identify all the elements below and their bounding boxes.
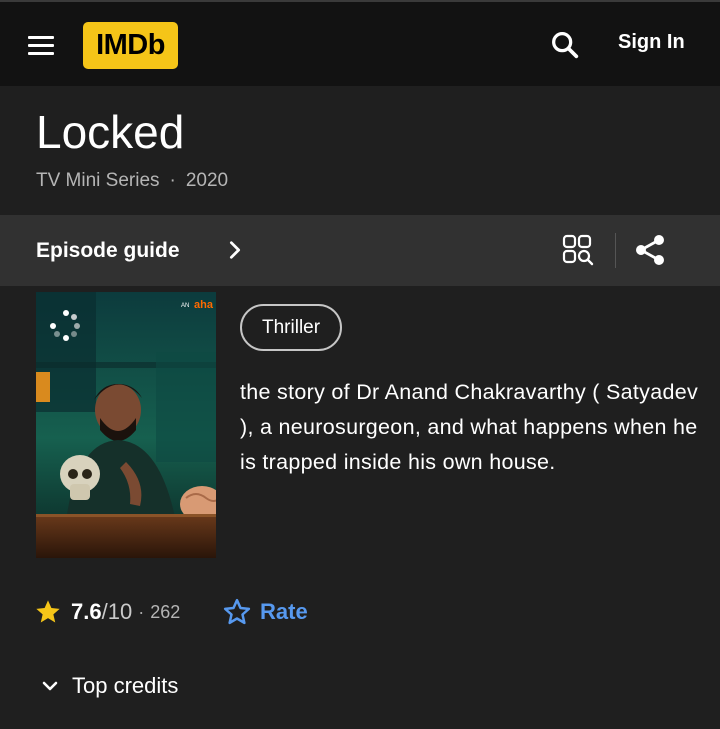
share-icon[interactable] (632, 232, 670, 270)
poster-image[interactable]: AN aha (36, 292, 216, 558)
hamburger-menu-icon[interactable] (22, 30, 60, 60)
rating-separator: · (138, 601, 145, 622)
search-icon[interactable] (548, 28, 582, 62)
title-type: TV Mini Series (36, 170, 160, 191)
star-filled-icon (36, 600, 60, 623)
poster-badge-brand: aha (194, 299, 214, 311)
rating-score: 7.6 (71, 599, 102, 624)
rate-label: Rate (260, 599, 308, 624)
logo-text: IMDb (96, 29, 165, 61)
title-meta: TV Mini Series · 2020 (36, 170, 228, 192)
chevron-right-icon[interactable] (224, 239, 246, 261)
imdb-logo[interactable]: IMDb (83, 22, 178, 69)
title-year: 2020 (185, 170, 229, 191)
chevron-down-icon (42, 681, 58, 691)
rating-summary[interactable]: 7.6/10 · 262 (34, 596, 180, 628)
plot-summary: the story of Dr Anand Chakravarthy ( Sat… (240, 380, 699, 474)
grid-search-icon[interactable] (560, 232, 598, 270)
rating-count: 262 (150, 601, 181, 622)
page-title: Locked (36, 106, 185, 158)
sign-in-link[interactable]: Sign In (618, 31, 685, 54)
star-outline-icon (223, 598, 251, 625)
top-credits-toggle[interactable]: Top credits (38, 668, 178, 704)
top-navigation-bar: IMDb Sign In (0, 0, 720, 86)
poster-badge-prefix: AN (181, 303, 189, 309)
top-credits-label: Top credits (72, 673, 179, 698)
rating-max: /10 (101, 599, 133, 624)
genre-chip-thriller[interactable]: Thriller (240, 304, 343, 351)
divider (615, 233, 616, 268)
rate-button[interactable]: Rate (222, 596, 308, 628)
episode-guide-label: Episode guide (36, 238, 180, 262)
meta-separator: · (169, 170, 176, 191)
episode-guide-bar: Episode guide (0, 215, 720, 286)
episode-guide-link[interactable]: Episode guide (36, 215, 180, 286)
